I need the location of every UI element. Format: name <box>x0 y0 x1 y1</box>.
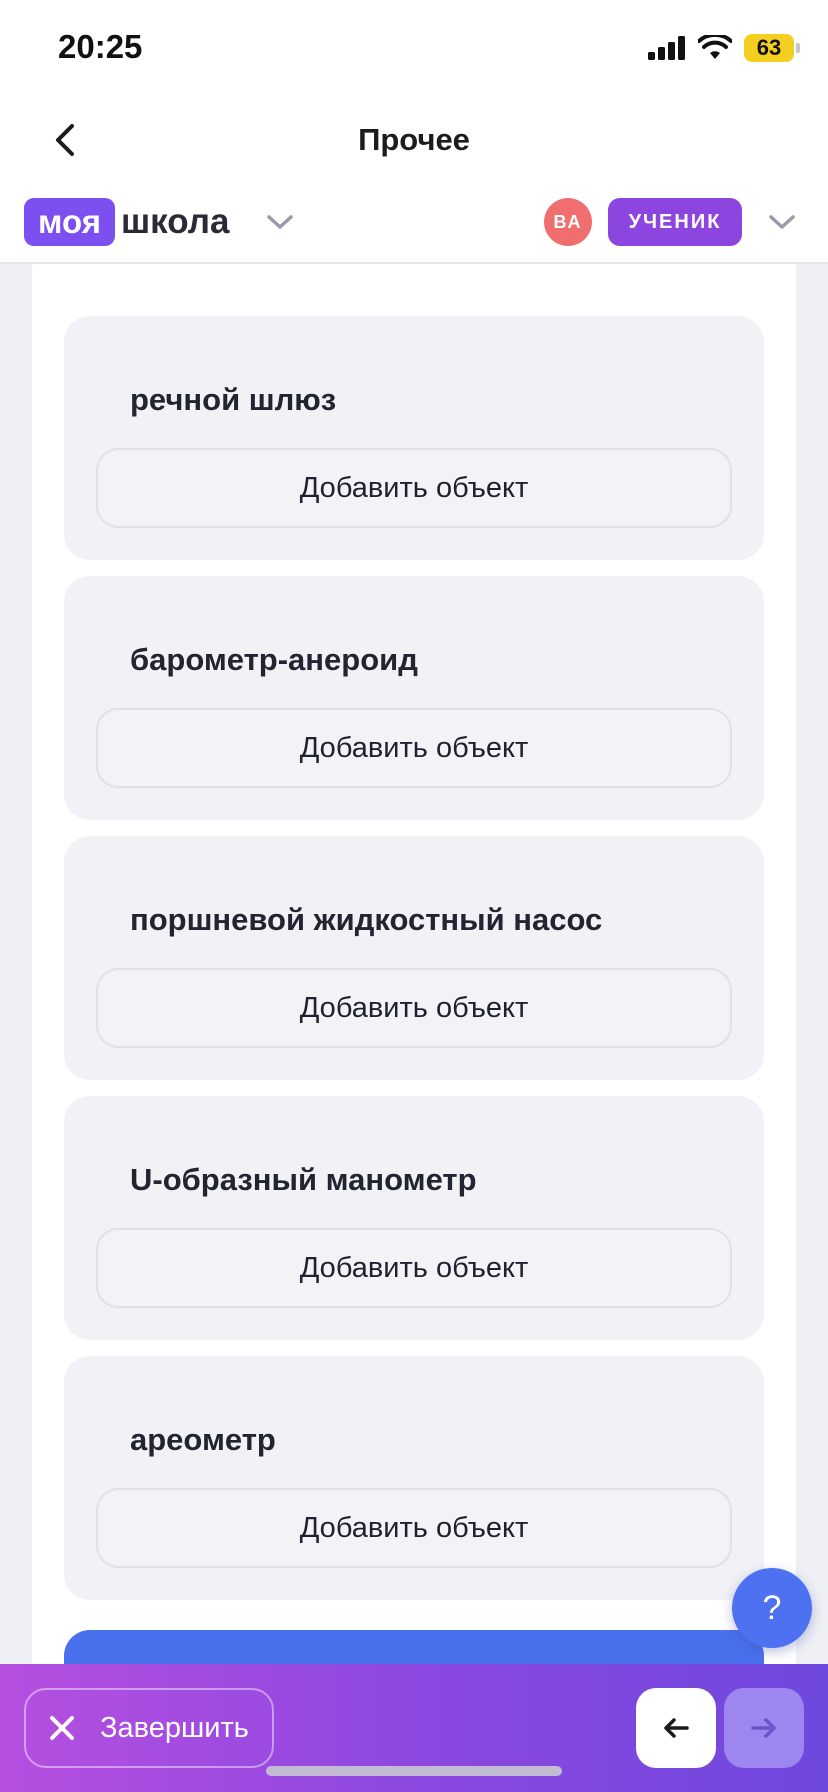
card-title: речной шлюз <box>130 382 337 417</box>
content-panel: речной шлюз Добавить объект барометр-ане… <box>32 264 796 1710</box>
card-title: U-образный манометр <box>130 1162 477 1197</box>
object-card: речной шлюз Добавить объект <box>64 316 764 560</box>
page-title: Прочее <box>358 122 470 157</box>
arrow-left-icon <box>664 1718 689 1738</box>
profile-menu-toggle[interactable] <box>766 208 798 236</box>
object-card: поршневой жидкостный насос Добавить объе… <box>64 836 764 1080</box>
finish-button[interactable]: Завершить <box>24 1688 274 1768</box>
add-object-button[interactable]: Добавить объект <box>96 1488 732 1568</box>
object-card: барометр-анероид Добавить объект <box>64 576 764 820</box>
help-button[interactable]: ? <box>732 1568 812 1648</box>
card-title: барометр-анероид <box>130 642 418 677</box>
add-object-button[interactable]: Добавить объект <box>96 448 732 528</box>
battery-icon: 63 <box>744 34 800 62</box>
card-title: поршневой жидкостный насос <box>130 902 603 937</box>
previous-button[interactable] <box>636 1688 716 1768</box>
wifi-icon <box>698 35 732 59</box>
signal-icon <box>648 36 685 60</box>
app-menu-toggle[interactable] <box>264 208 296 236</box>
app-header: моя школа ВА УЧЕНИК <box>0 182 828 264</box>
navigation-bar: Прочее <box>0 100 828 182</box>
chevron-down-icon <box>267 215 293 229</box>
close-icon <box>50 1716 74 1740</box>
arrow-right-icon <box>751 1718 776 1738</box>
bottom-toolbar: Завершить <box>0 1664 828 1792</box>
finish-label: Завершить <box>100 1711 249 1744</box>
add-object-button[interactable]: Добавить объект <box>96 1228 732 1308</box>
object-card: U-образный манометр Добавить объект <box>64 1096 764 1340</box>
home-indicator <box>266 1766 562 1776</box>
logo-highlight: моя <box>24 198 115 246</box>
status-icons: 63 <box>648 34 800 62</box>
next-button[interactable] <box>724 1688 804 1768</box>
app-logo[interactable]: моя школа <box>24 198 229 246</box>
add-object-button[interactable]: Добавить объект <box>96 708 732 788</box>
avatar[interactable]: ВА <box>544 198 592 246</box>
chevron-down-icon <box>769 215 795 229</box>
add-object-button[interactable]: Добавить объект <box>96 968 732 1048</box>
logo-text: школа <box>120 202 230 241</box>
card-title: ареометр <box>130 1422 276 1457</box>
status-bar: 20:25 63 <box>0 0 828 100</box>
status-time: 20:25 <box>58 28 143 65</box>
object-card: ареометр Добавить объект <box>64 1356 764 1600</box>
role-badge[interactable]: УЧЕНИК <box>608 198 742 246</box>
